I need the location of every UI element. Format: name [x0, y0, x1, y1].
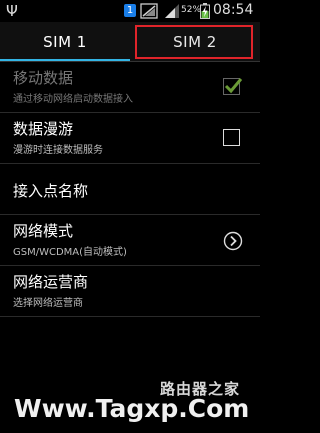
signal-strength-icon [165, 4, 179, 18]
clock: 08:54 [213, 2, 254, 18]
chevron-right-icon[interactable] [223, 231, 243, 251]
highlight-box [135, 25, 253, 59]
battery-percent: 52% [181, 5, 202, 15]
watermark-url: Www.Tagxp.Com [14, 394, 250, 423]
tab-sim2[interactable]: SIM 2 [130, 22, 260, 62]
setting-subtitle: 通过移动网络启动数据接入 [13, 94, 133, 105]
sim-tab-bar: SIM 1 SIM 2 [0, 22, 260, 62]
setting-mobile-data[interactable]: 移动数据 通过移动网络启动数据接入 [0, 62, 260, 113]
watermark: 路由器之家 Www.Tagxp.Com [0, 378, 260, 433]
status-bar: Ψ 1 52% 08:54 [0, 0, 260, 22]
settings-list: 移动数据 通过移动网络启动数据接入 数据漫游 漫游时连接数据服务 接入点名称 网… [0, 62, 260, 317]
setting-subtitle: 选择网络运营商 [13, 298, 83, 309]
setting-title: 网络模式 [13, 222, 74, 240]
setting-subtitle: 漫游时连接数据服务 [13, 145, 103, 156]
no-signal-icon [140, 3, 158, 19]
mobile-data-checkbox[interactable] [223, 78, 243, 95]
setting-subtitle: GSM/WCDMA(自动模式) [13, 247, 127, 258]
tab-sim1[interactable]: SIM 1 [0, 22, 130, 62]
data-roaming-checkbox[interactable] [223, 129, 240, 146]
setting-network-mode[interactable]: 网络模式 GSM/WCDMA(自动模式) [0, 215, 260, 266]
sim-badge: 1 [124, 4, 136, 17]
setting-network-operator[interactable]: 网络运营商 选择网络运营商 [0, 266, 260, 317]
setting-title: 移动数据 [13, 69, 74, 87]
battery-charging-icon [200, 3, 210, 19]
setting-data-roaming[interactable]: 数据漫游 漫游时连接数据服务 [0, 113, 260, 164]
checkmark-icon [224, 78, 243, 94]
setting-title: 网络运营商 [13, 273, 89, 291]
setting-title: 数据漫游 [13, 120, 74, 138]
setting-apn[interactable]: 接入点名称 [0, 164, 260, 215]
usb-icon: Ψ [6, 2, 18, 20]
tab-sim1-label: SIM 1 [43, 33, 87, 51]
setting-title: 接入点名称 [13, 182, 89, 200]
